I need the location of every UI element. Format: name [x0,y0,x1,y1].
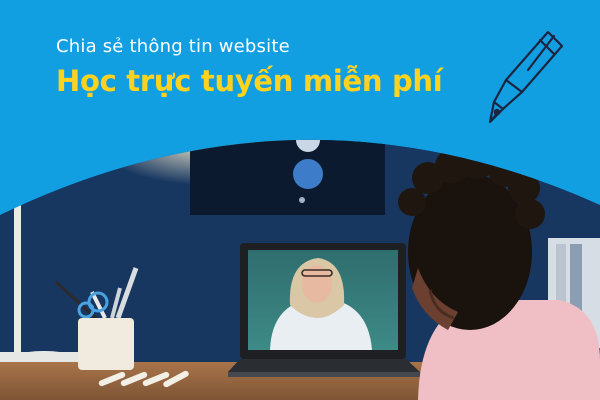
poster-planet-blue [293,159,323,189]
fountain-pen-icon [488,30,564,124]
banner-subtitle: Chia sẻ thông tin website [56,36,290,57]
laptop [228,243,420,377]
wall-poster [190,139,385,215]
poster-planet-moon [296,139,320,152]
banner-headline: Học trực tuyến miễn phí [56,64,443,98]
online-learning-banner: Chia sẻ thông tin website Học trực tuyến… [0,0,600,400]
desk-lamp-stem [14,200,21,360]
